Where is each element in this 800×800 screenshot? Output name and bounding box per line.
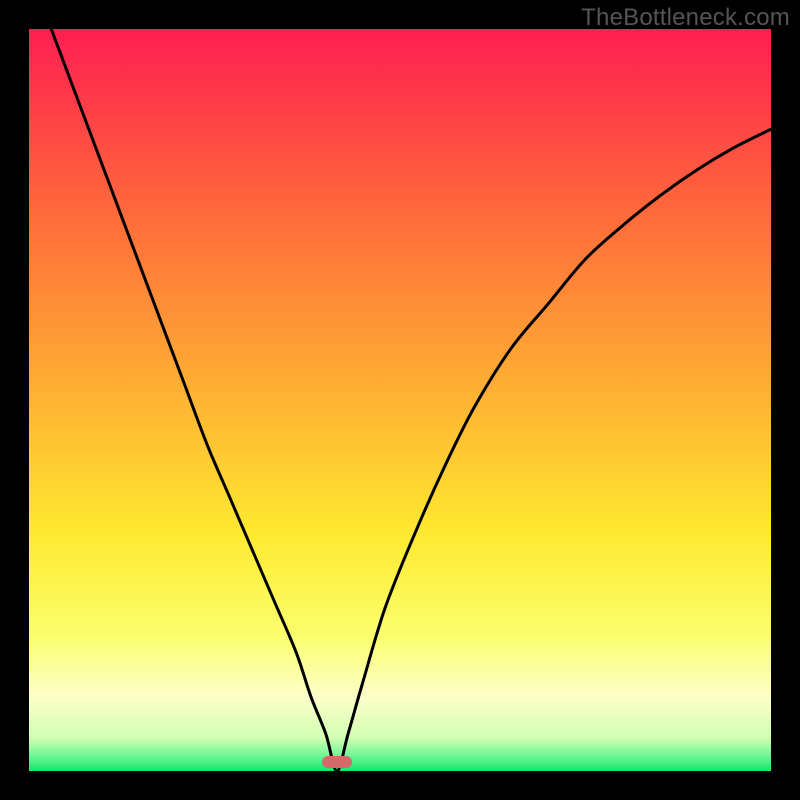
plot-area: [29, 29, 771, 771]
chart-background-gradient: [29, 29, 771, 771]
minimum-marker: [322, 756, 352, 768]
chart-svg: [29, 29, 771, 771]
watermark-text: TheBottleneck.com: [581, 4, 790, 32]
chart-frame: TheBottleneck.com: [0, 0, 800, 800]
